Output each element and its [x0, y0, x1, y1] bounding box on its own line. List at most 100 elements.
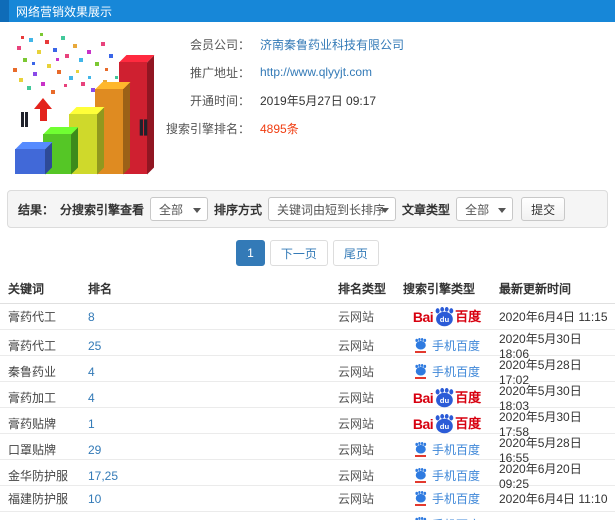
baidu-mobile-logo: 手机百度 — [414, 491, 480, 506]
red-underline — [414, 481, 426, 483]
keyword-cell: 秦鲁药业 — [8, 365, 57, 379]
open-time-field: 开通时间： 2019年5月27日 09:17 — [160, 86, 490, 114]
rank-type-cell: 云网站 — [338, 469, 375, 483]
promo-url-field: 推广地址： http://www.qlyyjt.com — [160, 58, 490, 86]
red-underline — [414, 351, 426, 353]
rank-type-cell: 云网站 — [338, 310, 375, 324]
rank-cell: 8 — [88, 310, 338, 324]
rank-link[interactable]: 8 — [88, 310, 95, 324]
table-row: 秦鲁药业 4 云网站 Bai du 百度 手机百度 2020年5月28日 17:… — [0, 356, 615, 387]
rank-cell: 10 — [88, 492, 338, 506]
article-type-select[interactable]: 全部 — [456, 197, 514, 221]
updated-time-cell: 2020年6月4日 11:10 — [499, 492, 608, 506]
engine-rank-count-value: 4895条 — [260, 121, 299, 136]
rank-link[interactable]: 1 — [88, 417, 95, 431]
col-header-rank: 排名 — [88, 282, 113, 296]
article-type-label: 文章类型 — [402, 202, 451, 217]
growth-arrow-icon — [34, 98, 52, 121]
search-engine-cell: Bai du 百度 手机百度 — [403, 387, 491, 408]
search-engine-cell: Bai du 百度 手机百度 — [403, 468, 491, 483]
rank-link[interactable]: 4 — [88, 365, 95, 379]
search-engine-cell: Bai du 百度 手机百度 — [403, 364, 491, 379]
rank-cell: 4 — [88, 391, 338, 405]
baidu-paw-icon — [415, 364, 427, 376]
search-engine-cell: Bai du 百度 手机百度 — [403, 491, 491, 506]
result-filter-bar: 结果： 分搜索引擎查看 全部 排序方式 关键词由短到长排序 文章类型 全部 提交 — [7, 190, 608, 228]
keyword-cell: 福建防护服 — [8, 492, 69, 506]
updated-time-cell: 2020年6月4日 11:15 — [499, 310, 608, 324]
svg-text:du: du — [440, 395, 450, 404]
baidu-paw-icon — [415, 338, 427, 350]
last-page-button[interactable]: 尾页 — [332, 240, 379, 266]
baidu-mobile-logo: 手机百度 — [414, 338, 480, 353]
red-underline — [414, 504, 426, 506]
table-row: 口罩贴牌 29 云网站 Bai du 百度 手机百度 2020年5月28日 16… — [0, 434, 615, 465]
search-engine-cell: Bai du 百度 手机百度 — [403, 306, 491, 327]
engine-filter-label: 分搜索引擎查看 — [60, 202, 145, 217]
baidu-pc-logo: Bai du 百度 — [412, 306, 482, 326]
col-header-rank-type: 排名类型 — [338, 282, 387, 296]
baidu-paw-icon — [415, 468, 427, 480]
svg-text:du: du — [440, 314, 450, 323]
rank-link[interactable]: 29 — [88, 443, 101, 457]
member-company-field: 会员公司： 济南秦鲁药业科技有限公司 — [160, 30, 490, 58]
chevron-down-icon — [193, 208, 202, 213]
engine-rank-count-field: 搜索引擎排名： 4895条 — [160, 114, 490, 142]
table-row: 膏药加工 4 云网站 Bai du 百度 手机百度 2020年5月30日 18:… — [0, 382, 615, 413]
col-header-updated: 最新更新时间 — [499, 282, 572, 296]
open-time-label: 开通时间： — [189, 93, 250, 108]
chevron-down-icon — [498, 208, 507, 213]
submit-button[interactable]: 提交 — [521, 197, 566, 221]
keyword-cell: 金华防护服 — [8, 469, 69, 483]
next-page-button[interactable]: 下一页 — [269, 240, 328, 266]
member-company-link[interactable]: 济南秦鲁药业科技有限公司 — [260, 36, 404, 53]
baidu-mobile-logo: 手机百度 — [414, 364, 480, 379]
svg-text:du: du — [440, 421, 450, 430]
rank-type-cell: 云网站 — [338, 443, 375, 457]
pagination: 1 下一页 尾页 — [0, 240, 615, 266]
rank-type-cell: 云网站 — [338, 365, 375, 379]
table-row-partial: Bai 百度 手机百度 — [0, 512, 615, 520]
table-row: 膏药代工 8 云网站 Bai du 百度 手机百度 2020年6月4日 11:1… — [0, 304, 615, 330]
rank-cell: 1 — [88, 417, 338, 431]
rank-cell: 17,25 — [88, 469, 338, 483]
keyword-cell: 膏药贴牌 — [8, 417, 57, 431]
engine-rank-count-label: 搜索引擎排名： — [165, 121, 250, 136]
table-header-row: 关键词 排名 排名类型 搜索引擎类型 最新更新时间 — [0, 274, 615, 304]
baidu-paw-icon — [415, 491, 427, 503]
rank-link[interactable]: 17,25 — [88, 469, 118, 483]
baidu-paw-icon: du — [435, 306, 454, 326]
col-header-engine: 搜索引擎类型 — [403, 282, 476, 296]
businessman-figure-left — [18, 112, 31, 127]
keyword-cell: 口罩贴牌 — [8, 443, 57, 457]
article-type-value: 全部 — [465, 202, 490, 217]
baidu-paw-icon: du — [435, 387, 454, 407]
confetti-decoration — [7, 28, 10, 31]
search-engine-cell: Bai du 百度 手机百度 — [403, 413, 491, 434]
engine-filter-select[interactable]: 全部 — [150, 197, 209, 221]
keyword-cell: 膏药代工 — [8, 339, 57, 353]
table-row: 福建防护服 10 云网站 Bai du 百度 手机百度 2020年6月4日 11… — [0, 486, 615, 512]
baidu-paw-icon — [415, 442, 427, 454]
search-engine-cell: Bai du 百度 手机百度 — [403, 338, 491, 353]
rank-link[interactable]: 25 — [88, 339, 101, 353]
titlebar-left-accent — [0, 0, 9, 22]
baidu-mobile-logo: 手机百度 — [414, 468, 480, 483]
rank-type-cell: 云网站 — [338, 339, 375, 353]
keyword-cell: 膏药代工 — [8, 310, 57, 324]
account-info-list: 会员公司： 济南秦鲁药业科技有限公司 推广地址： http://www.qlyy… — [160, 30, 490, 142]
rank-link[interactable]: 4 — [88, 391, 95, 405]
page-1-button[interactable]: 1 — [236, 240, 265, 266]
sort-filter-select[interactable]: 关键词由短到长排序 — [268, 197, 397, 221]
keyword-rank-table: 关键词 排名 排名类型 搜索引擎类型 最新更新时间 膏药代工 8 云网站 Bai… — [0, 274, 615, 520]
rank-cell: 25 — [88, 339, 338, 353]
baidu-pc-logo: Bai du 百度 — [412, 413, 482, 433]
member-company-label: 会员公司： — [189, 37, 250, 52]
promo-url-link[interactable]: http://www.qlyyjt.com — [260, 65, 372, 79]
keyword-cell: 膏药加工 — [8, 391, 57, 405]
table-row: 膏药代工 25 云网站 Bai du 百度 手机百度 2020年5月30日 18… — [0, 330, 615, 361]
result-label: 结果： — [18, 202, 55, 217]
rank-link[interactable]: 10 — [88, 492, 101, 506]
rank-type-cell: 云网站 — [338, 492, 375, 506]
rank-cell: 4 — [88, 365, 338, 379]
